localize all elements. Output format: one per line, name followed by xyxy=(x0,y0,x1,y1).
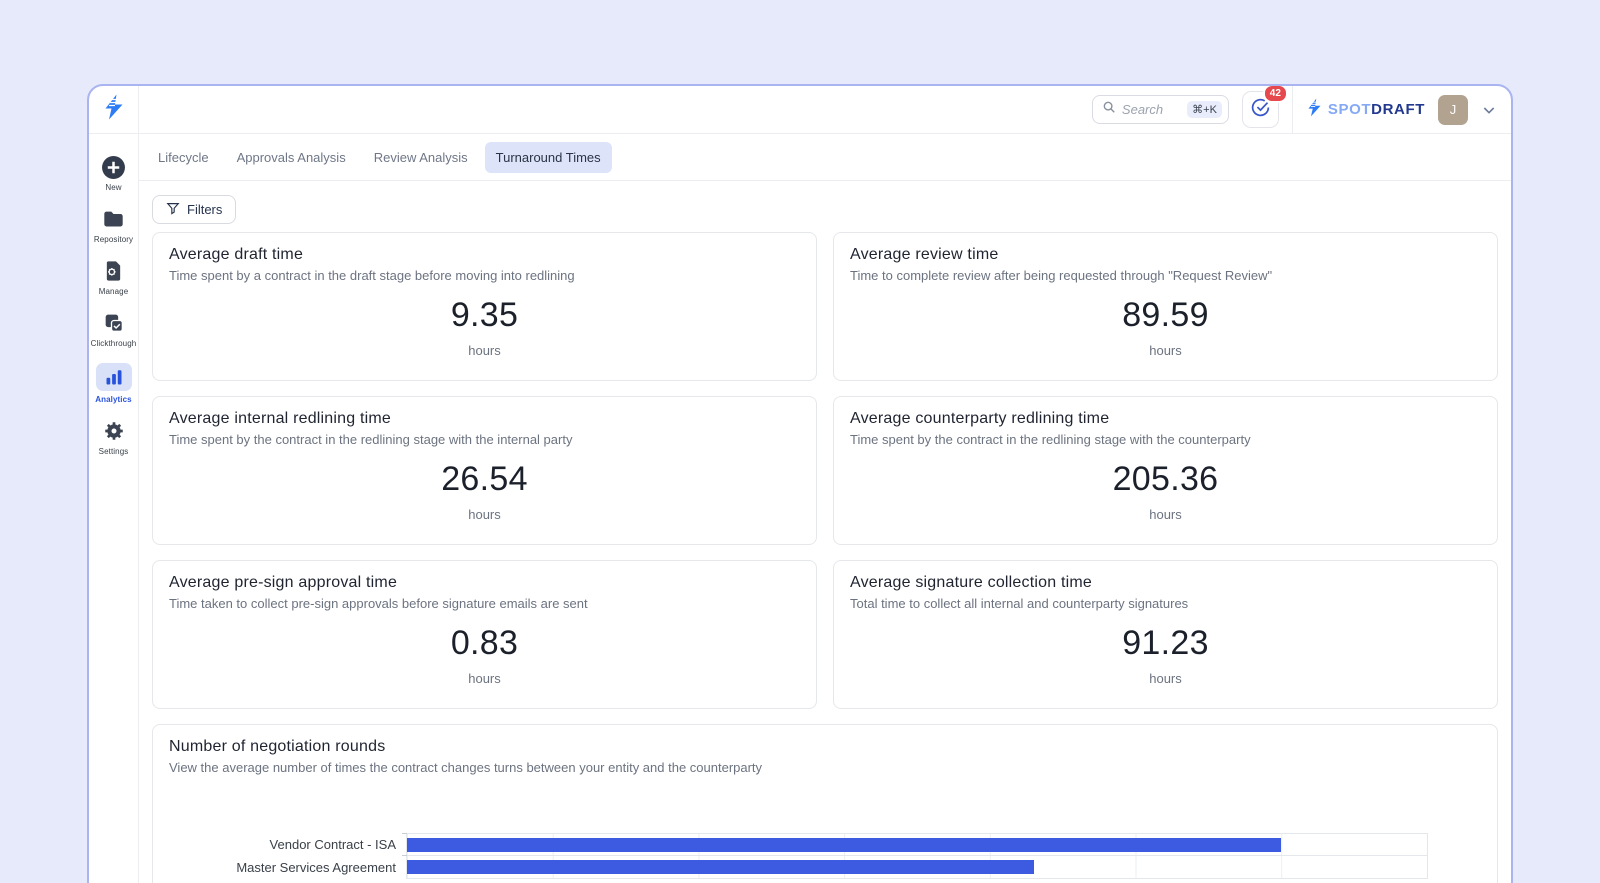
card-average-draft-time: Average draft time Time spent by a contr… xyxy=(152,232,817,381)
plus-circle-icon xyxy=(101,155,126,179)
chart-subtitle: View the average number of times the con… xyxy=(169,760,1481,775)
app-window: Search ⌘+K 42 SPOTDRAFT J xyxy=(87,84,1513,883)
metric-cards-grid: Average draft time Time spent by a contr… xyxy=(152,232,1498,883)
spotdraft-logo: SPOTDRAFT xyxy=(1306,98,1425,122)
chart-bar[interactable] xyxy=(407,838,1281,852)
topbar-divider xyxy=(1292,86,1293,133)
document-gear-icon xyxy=(104,259,123,283)
card-value: 0.83 xyxy=(169,624,800,663)
content-area: Filters Average draft time Time spent by… xyxy=(139,181,1511,883)
brand-lightning-icon xyxy=(1306,98,1323,122)
brand-text-draft: DRAFT xyxy=(1371,101,1425,118)
negotiation-rounds-chart-card: Number of negotiation rounds View the av… xyxy=(152,724,1498,883)
card-description: Time spent by the contract in the redlin… xyxy=(169,432,800,447)
chart-row: Vendor Contract - ISA xyxy=(169,833,1481,856)
tab-turnaround-times[interactable]: Turnaround Times xyxy=(485,142,612,173)
card-unit: hours xyxy=(169,507,800,522)
top-bar: Search ⌘+K 42 SPOTDRAFT J xyxy=(139,86,1511,134)
chart-title: Number of negotiation rounds xyxy=(169,738,1481,756)
tab-review-analysis[interactable]: Review Analysis xyxy=(363,142,479,173)
overlapping-docs-check-icon xyxy=(104,311,124,335)
card-title: Average counterparty redlining time xyxy=(850,410,1481,428)
search-shortcut-badge: ⌘+K xyxy=(1187,101,1222,118)
card-description: Time taken to collect pre-sign approvals… xyxy=(169,596,800,611)
main-panel: Lifecycle Approvals Analysis Review Anal… xyxy=(139,134,1511,883)
app-logo[interactable] xyxy=(89,86,139,134)
card-value: 91.23 xyxy=(850,624,1481,663)
card-description: Time spent by the contract in the redlin… xyxy=(850,432,1481,447)
tab-lifecycle[interactable]: Lifecycle xyxy=(147,142,220,173)
search-icon xyxy=(1102,100,1116,119)
card-title: Average pre-sign approval time xyxy=(169,574,800,592)
card-title: Average signature collection time xyxy=(850,574,1481,592)
card-average-pre-sign-approval-time: Average pre-sign approval time Time take… xyxy=(152,560,817,709)
tab-bar: Lifecycle Approvals Analysis Review Anal… xyxy=(139,134,1511,181)
card-unit: hours xyxy=(850,507,1481,522)
card-average-counterparty-redlining-time: Average counterparty redlining time Time… xyxy=(833,396,1498,545)
card-unit: hours xyxy=(169,671,800,686)
sidebar-item-analytics[interactable]: Analytics xyxy=(89,363,139,404)
sidebar-item-clickthrough[interactable]: Clickthrough xyxy=(89,311,139,348)
chart-track xyxy=(406,856,1428,879)
chart-bar[interactable] xyxy=(407,860,1034,874)
tasks-button[interactable]: 42 xyxy=(1242,91,1279,128)
chart-row: Master Services Agreement xyxy=(169,856,1481,879)
chart-category-label: Master Services Agreement xyxy=(169,856,406,879)
user-avatar[interactable]: J xyxy=(1438,95,1468,125)
card-unit: hours xyxy=(850,343,1481,358)
funnel-icon xyxy=(166,201,180,218)
card-value: 89.59 xyxy=(850,296,1481,335)
filters-button[interactable]: Filters xyxy=(152,195,236,224)
search-placeholder: Search xyxy=(1122,102,1163,117)
chevron-down-icon[interactable] xyxy=(1481,102,1497,118)
notification-count-badge: 42 xyxy=(1263,84,1288,103)
sidebar-item-new[interactable]: New xyxy=(89,155,139,192)
card-description: Time to complete review after being requ… xyxy=(850,268,1481,283)
gear-icon xyxy=(104,419,124,443)
brand-text-spot: SPOT xyxy=(1328,101,1371,118)
sidebar-item-manage[interactable]: Manage xyxy=(89,259,139,296)
card-title: Average review time xyxy=(850,246,1481,264)
card-title: Average draft time xyxy=(169,246,800,264)
sidebar-item-repository[interactable]: Repository xyxy=(89,207,139,244)
card-unit: hours xyxy=(850,671,1481,686)
card-average-review-time: Average review time Time to complete rev… xyxy=(833,232,1498,381)
card-average-internal-redlining-time: Average internal redlining time Time spe… xyxy=(152,396,817,545)
bar-chart: Vendor Contract - ISA Master Services Ag… xyxy=(169,833,1481,879)
sidebar: New Repository xyxy=(89,134,139,883)
chart-track xyxy=(406,833,1428,856)
card-unit: hours xyxy=(169,343,800,358)
lightning-bolt-icon xyxy=(102,94,126,125)
card-value: 9.35 xyxy=(169,296,800,335)
search-input[interactable]: Search ⌘+K xyxy=(1092,95,1229,124)
folder-icon xyxy=(103,207,124,231)
card-description: Time spent by a contract in the draft st… xyxy=(169,268,800,283)
card-description: Total time to collect all internal and c… xyxy=(850,596,1481,611)
card-title: Average internal redlining time xyxy=(169,410,800,428)
chart-category-label: Vendor Contract - ISA xyxy=(169,833,406,856)
sidebar-item-settings[interactable]: Settings xyxy=(89,419,139,456)
tab-approvals-analysis[interactable]: Approvals Analysis xyxy=(226,142,357,173)
card-value: 205.36 xyxy=(850,460,1481,499)
bar-chart-icon xyxy=(96,363,132,391)
card-average-signature-collection-time: Average signature collection time Total … xyxy=(833,560,1498,709)
card-value: 26.54 xyxy=(169,460,800,499)
